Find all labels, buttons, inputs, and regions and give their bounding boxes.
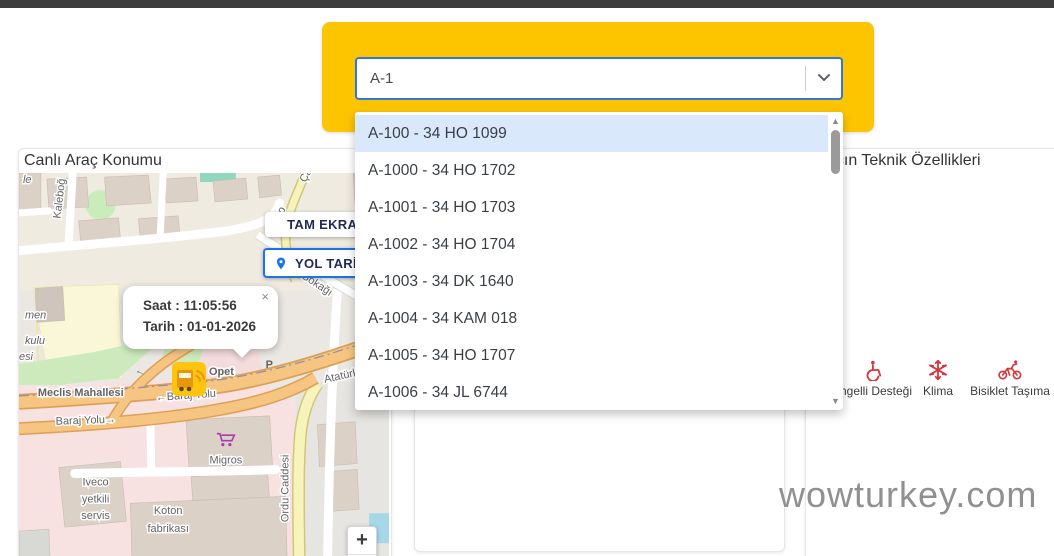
close-icon[interactable]: × (261, 289, 269, 304)
bus-icon (172, 362, 206, 396)
feature-label: Bisiklet Taşıma (970, 384, 1050, 398)
vehicle-dropdown-list: A-100 - 34 HO 1099 A-1000 - 34 HO 1702 A… (355, 112, 843, 410)
parking-icon: P (266, 359, 273, 371)
wheelchair-icon (861, 359, 883, 381)
poi-label: fabrikası (148, 523, 189, 535)
vehicle-combobox[interactable]: A-1 (355, 57, 843, 100)
poi-label: Koton (154, 505, 183, 517)
dropdown-option[interactable]: A-1001 - 34 HO 1703 (355, 189, 828, 226)
bus-marker[interactable] (172, 362, 206, 396)
poi-label: Iveco (83, 476, 109, 488)
snowflake-icon (927, 359, 949, 381)
area-label: esi (19, 351, 34, 363)
poi-label-opet: Opet (209, 366, 234, 378)
chevron-down-icon[interactable] (817, 73, 831, 82)
street-label: Ordu Caddesi (280, 455, 292, 522)
map[interactable]: le Kaleboğ Ça Bo Evrim Sokağı men kulu e… (19, 173, 389, 556)
vehicle-info-popup: Saat : 11:05:56 Tarih : 01-01-2026 × (123, 286, 278, 349)
map-pin-icon (274, 256, 288, 271)
poi-label: men (25, 309, 46, 321)
scroll-up-icon[interactable]: ▲ (829, 116, 842, 126)
dropdown-option[interactable]: A-1006 - 34 JL 6744 (355, 374, 828, 411)
specs-card-title: Aracın Teknik Özellikleri (806, 149, 1054, 170)
bicycle-icon (997, 359, 1023, 381)
map-card-title: Canlı Araç Konumu (19, 149, 391, 170)
poi-label: kulu (25, 335, 45, 347)
dropdown-option[interactable]: A-1005 - 34 HO 1707 (355, 337, 828, 374)
feature-row: Engelli Desteği Klima (806, 359, 1054, 419)
scroll-down-icon[interactable]: ▼ (829, 396, 842, 406)
poi-label-migros: Migros (209, 455, 242, 467)
watermark: wowturkey.com (779, 474, 1037, 516)
top-bar (0, 0, 1054, 8)
street-label: Baraj Yolu→ (55, 414, 116, 428)
dropdown-scrollbar[interactable]: ▲ ▼ (829, 114, 842, 406)
feature-climate: Klima (923, 359, 953, 398)
district-label: Meclis Mahallesi (38, 387, 124, 399)
vehicle-combobox-value[interactable]: A-1 (370, 59, 393, 98)
dropdown-option[interactable]: A-100 - 34 HO 1099 (355, 115, 828, 152)
popup-time: Saat : 11:05:56 (123, 286, 278, 316)
poi-label: yetkili (82, 493, 109, 505)
dropdown-option[interactable]: A-1000 - 34 HO 1702 (355, 152, 828, 189)
zoom-in-button[interactable]: + (348, 527, 376, 555)
feature-label: Engelli Desteği (832, 384, 912, 398)
scrollbar-thumb[interactable] (831, 130, 840, 174)
dropdown-option[interactable]: A-1002 - 34 HO 1704 (355, 226, 828, 263)
page: Canlı Araç Konumu (0, 0, 1054, 556)
live-vehicle-location-card: Canlı Araç Konumu (18, 148, 392, 556)
street-label: le (23, 174, 32, 186)
feature-wheelchair: Engelli Desteği (832, 359, 912, 398)
feature-label: Klima (923, 384, 953, 398)
feature-bicycle: Bisiklet Taşıma (970, 359, 1050, 398)
dropdown-option[interactable]: A-1004 - 34 KAM 018 (355, 300, 828, 337)
map-zoom-control: + − (347, 526, 377, 556)
combobox-divider (805, 66, 806, 91)
dropdown-option[interactable]: A-1003 - 34 DK 1640 (355, 263, 828, 300)
popup-date: Tarih : 01-01-2026 (123, 316, 278, 337)
poi-label: servis (81, 510, 110, 522)
